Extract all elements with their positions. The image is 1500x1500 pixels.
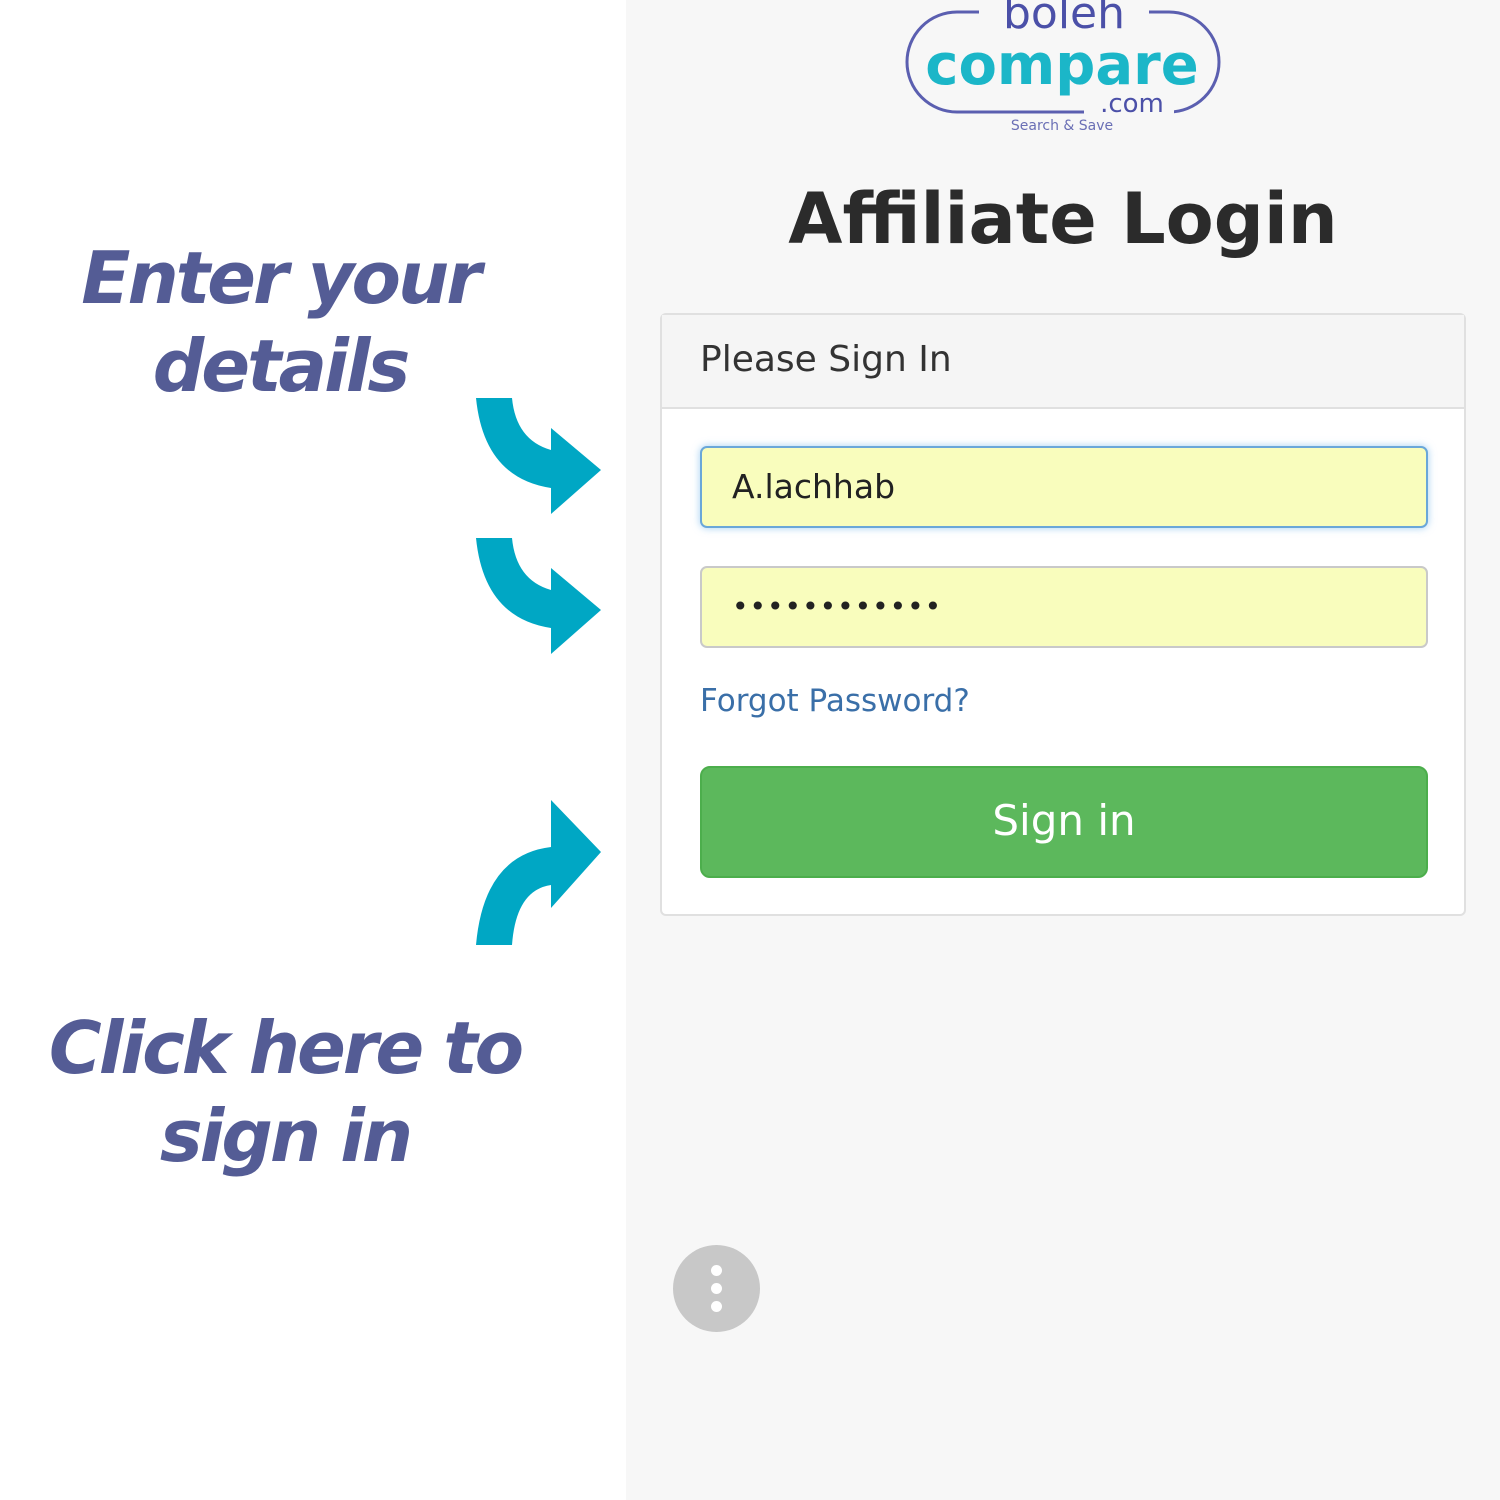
note-line: Click here to (48, 1006, 524, 1090)
dot-icon (711, 1265, 722, 1276)
svg-text:.com: .com (1100, 89, 1164, 119)
dot-icon (711, 1283, 722, 1294)
forgot-password-link[interactable]: Forgot Password? (700, 683, 970, 719)
arrow-down-right-icon (476, 538, 601, 654)
note-line: sign in (159, 1094, 413, 1178)
sign-in-panel: Please Sign In A.lachhab •••••••••••• Fo… (660, 313, 1466, 916)
arrow-down-right-icon (476, 398, 601, 514)
more-options-button[interactable] (673, 1245, 760, 1332)
note-line: details (152, 324, 411, 408)
bolehcompare-logo: boleh compare .com Search & Save (905, 0, 1221, 134)
panel-heading: Please Sign In (662, 315, 1464, 409)
enter-details-note: Enter your details (40, 234, 520, 410)
username-input[interactable]: A.lachhab (700, 446, 1428, 528)
page-title: Affiliate Login (788, 178, 1338, 260)
annotation-panel: Enter your details Click here to sign in (0, 0, 626, 1500)
dot-icon (711, 1301, 722, 1312)
sign-in-button[interactable]: Sign in (700, 766, 1428, 878)
click-here-note: Click here to sign in (40, 1004, 530, 1180)
password-input[interactable]: •••••••••••• (700, 566, 1428, 648)
arrow-up-right-icon (476, 800, 601, 945)
svg-text:Search & Save: Search & Save (1011, 118, 1113, 134)
note-line: Enter your (81, 236, 481, 320)
